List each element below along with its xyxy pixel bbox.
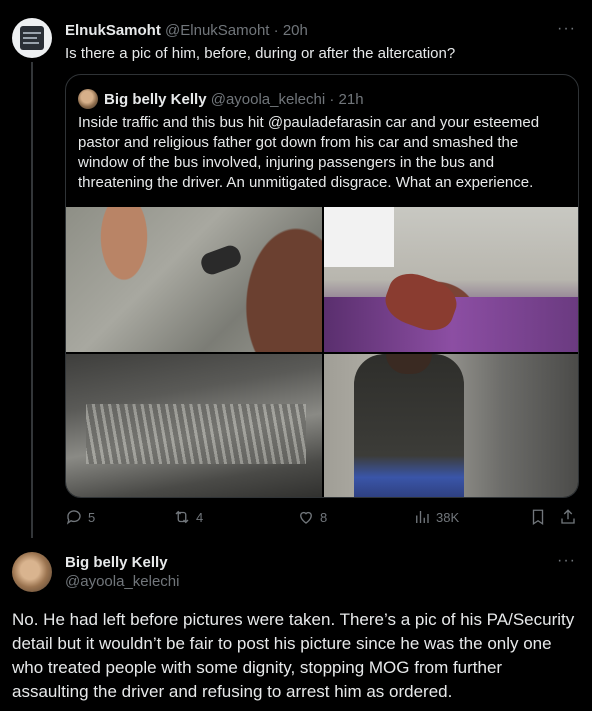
like-button[interactable]: 8 [297,508,327,526]
author-handle[interactable]: @ayoola_kelechi [65,573,179,590]
quoted-avatar [78,89,98,109]
thread-line [31,62,33,538]
share-button[interactable] [559,508,577,526]
action-bar: 5 4 8 38K [65,508,579,530]
reply-button[interactable]: 5 [65,508,95,526]
author-name[interactable]: ElnukSamoht [65,22,161,39]
quoted-author-name: Big belly Kelly [104,90,207,108]
views-button[interactable]: 38K [413,508,459,526]
author-handle[interactable]: @ElnukSamoht [165,22,269,39]
reply-icon [66,510,81,525]
quoted-header: Big belly Kelly @ayoola_kelechi · 21h [78,89,364,109]
media-grid [66,207,578,497]
photo-3[interactable] [66,354,322,497]
photo-1[interactable] [66,207,322,352]
tweet-text: Is there a pic of him, before, during or… [65,45,456,62]
photo-4[interactable] [324,354,578,497]
repost-count: 4 [196,509,204,525]
quoted-tweet[interactable]: Big belly Kelly @ayoola_kelechi · 21h In… [65,74,579,498]
author-name[interactable]: Big belly Kelly [65,554,168,571]
quoted-text-part: Inside traffic and this bus hit [78,114,268,131]
quoted-time: · 21h [329,90,364,108]
tweet-header: ElnukSamoht @ElnukSamoht · 20h [65,22,308,39]
avatar[interactable] [12,552,52,592]
share-icon [561,509,575,524]
more-icon[interactable]: ··· [557,552,576,570]
tweet-time[interactable]: · 20h [274,22,308,39]
quoted-text: Inside traffic and this bus hit @paulade… [78,113,570,193]
reply-count: 5 [88,509,96,525]
avatar[interactable] [12,18,52,58]
photo-2[interactable] [324,207,578,352]
views-icon [416,511,429,523]
bookmark-icon [532,509,544,526]
more-icon[interactable]: ··· [557,20,576,38]
bookmark-button[interactable] [529,508,547,526]
tweet-text: No. He had left before pictures were tak… [12,610,575,701]
like-icon [300,511,312,524]
repost-icon [175,510,189,524]
repost-button[interactable]: 4 [173,508,203,526]
mention-link[interactable]: @pauladefarasin [268,114,382,131]
views-count: 38K [436,509,460,525]
like-count: 8 [320,509,328,525]
quoted-author-handle: @ayoola_kelechi [210,90,326,108]
